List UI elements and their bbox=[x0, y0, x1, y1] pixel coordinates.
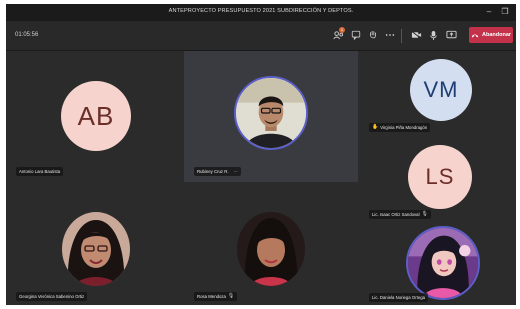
participant-name-tag: Antonio Lara Bautista bbox=[16, 167, 64, 176]
avatar: AB bbox=[61, 81, 131, 151]
microphone-icon[interactable] bbox=[426, 28, 440, 42]
mic-muted-icon: 🎙︎ bbox=[421, 211, 428, 217]
restore-button[interactable]: ❐ bbox=[498, 6, 512, 18]
participant-name-tag: ✋ Virginia Piña Mondragón bbox=[369, 123, 431, 132]
participant-tile[interactable]: Rubiney Cruz R. ··· bbox=[184, 51, 358, 182]
participant-name-tag: Rubiney Cruz R. ··· bbox=[194, 167, 241, 176]
participant-name: Antonio Lara Bautista bbox=[19, 169, 61, 174]
hang-up-icon bbox=[471, 34, 479, 37]
more-icon[interactable]: ··· bbox=[234, 167, 238, 176]
participant-name: Lic. Daniela Noriega Ortega bbox=[372, 295, 426, 300]
participant-tile[interactable]: Rosa Mendoza 🎙︎ bbox=[184, 182, 358, 305]
meeting-toolbar: 01:05:56 1 Abandonar bbox=[6, 21, 516, 51]
participant-name: Lic. Isaac Ortiz Sandoval bbox=[372, 212, 420, 217]
avatar-illustration-icon bbox=[408, 228, 478, 298]
avatar-initials: LS bbox=[425, 164, 455, 189]
participant-name: Virginia Piña Mondragón bbox=[380, 125, 428, 130]
avatar: LS bbox=[408, 145, 472, 209]
teams-meeting-window: ANTEPROYECTO PRESUPUESTO 2021 SUBDIRECCI… bbox=[6, 4, 516, 305]
person-photo-icon bbox=[62, 212, 130, 286]
avatar-initials: AB bbox=[77, 100, 115, 131]
share-screen-icon[interactable] bbox=[444, 28, 458, 42]
more-options-icon[interactable] bbox=[383, 28, 397, 42]
chat-badge: 1 bbox=[339, 27, 345, 33]
participants-icon[interactable]: 1 bbox=[331, 27, 345, 42]
participant-tile[interactable]: AB Antonio Lara Bautista bbox=[6, 51, 184, 182]
participant-name-tag: Lic. Daniela Noriega Ortega bbox=[369, 293, 429, 302]
avatar: VM bbox=[410, 59, 472, 121]
participant-tile[interactable]: Lic. Daniela Noriega Ortega bbox=[358, 222, 516, 305]
person-photo-icon bbox=[237, 212, 305, 286]
participant-tile[interactable]: LS Lic. Isaac Ortiz Sandoval 🎙︎ bbox=[358, 137, 516, 222]
leave-button[interactable]: Abandonar bbox=[469, 27, 513, 43]
participant-name-tag: Rosa Mendoza 🎙︎ bbox=[194, 292, 238, 301]
raise-hand-icon[interactable] bbox=[366, 28, 380, 42]
participant-tile[interactable]: Georgina Verónica Sabenino Ortiz bbox=[6, 182, 184, 305]
person-photo-icon bbox=[236, 78, 306, 148]
toolbar-divider bbox=[401, 29, 402, 43]
participant-photo bbox=[237, 212, 305, 286]
participant-photo bbox=[62, 212, 130, 286]
mic-muted-icon: 🎙︎ bbox=[227, 293, 235, 299]
meeting-timer: 01:05:56 bbox=[15, 32, 39, 38]
leave-label: Abandonar bbox=[481, 32, 512, 38]
participant-name-tag: Georgina Verónica Sabenino Ortiz bbox=[16, 292, 88, 301]
chat-icon[interactable] bbox=[349, 28, 363, 42]
minimize-button[interactable]: – bbox=[482, 6, 496, 18]
participant-tile[interactable]: VM ✋ Virginia Piña Mondragón bbox=[358, 51, 516, 137]
participant-photo bbox=[234, 76, 308, 150]
avatar-initials: VM bbox=[423, 77, 459, 102]
participant-name: Rosa Mendoza bbox=[197, 294, 226, 299]
raised-hand-icon: ✋ bbox=[372, 124, 379, 130]
meeting-title: ANTEPROYECTO PRESUPUESTO 2021 SUBDIRECCI… bbox=[168, 8, 354, 14]
participant-name-tag: Lic. Isaac Ortiz Sandoval 🎙︎ bbox=[369, 210, 431, 219]
camera-icon[interactable] bbox=[409, 28, 423, 42]
participant-name: Georgina Verónica Sabenino Ortiz bbox=[19, 294, 85, 299]
participant-photo bbox=[406, 226, 480, 300]
title-bar: ANTEPROYECTO PRESUPUESTO 2021 SUBDIRECCI… bbox=[6, 4, 516, 21]
participant-grid: AB Antonio Lara Bautista Rubiney Cruz R.… bbox=[6, 51, 516, 305]
participant-name: Rubiney Cruz R. bbox=[197, 169, 229, 174]
